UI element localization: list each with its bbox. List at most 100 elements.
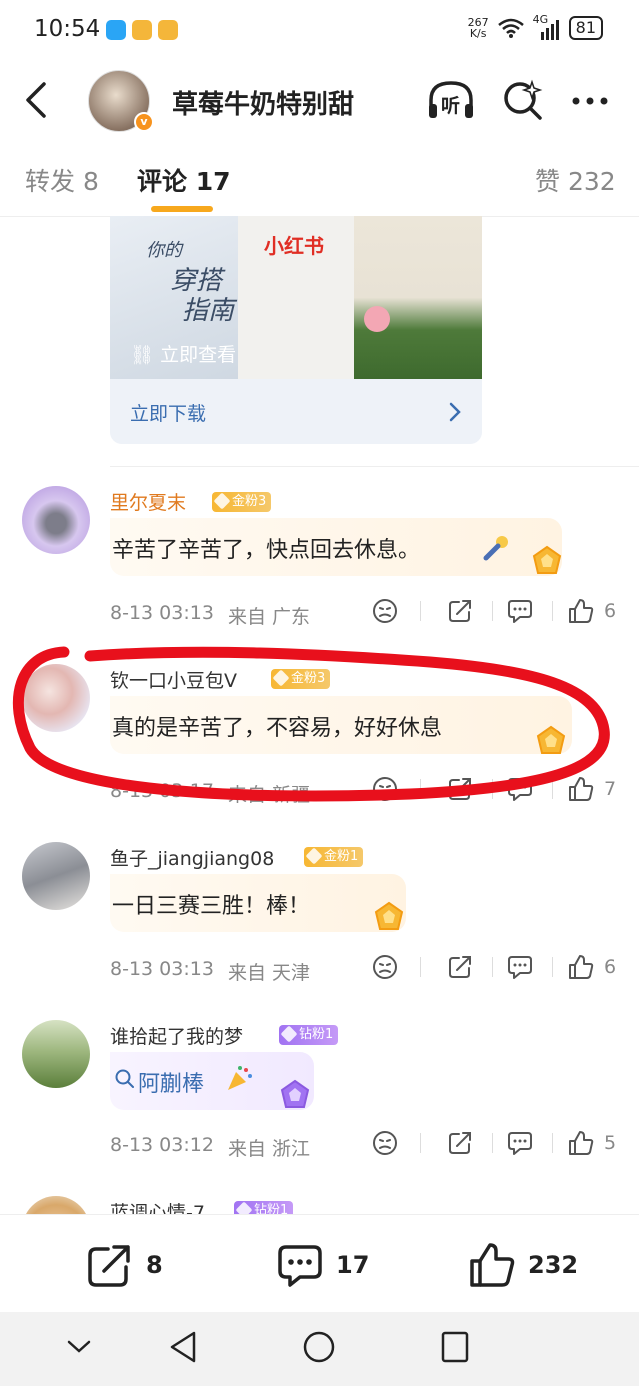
ad-handwriting-3: 指南 — [182, 296, 235, 326]
action-separator — [492, 1133, 493, 1153]
like-icon[interactable] — [568, 598, 594, 624]
chevron-right-icon — [449, 402, 461, 422]
comment-like-count: 7 — [604, 778, 617, 800]
like-icon[interactable] — [568, 1130, 594, 1156]
flower-sticker-icon — [364, 306, 390, 332]
comment-avatar[interactable] — [22, 842, 90, 910]
verified-badge-icon: v — [134, 112, 154, 132]
share-icon[interactable] — [447, 1130, 473, 1156]
action-separator — [492, 601, 493, 621]
search-tag-icon — [115, 1069, 134, 1088]
comment-count: 17 — [336, 1251, 370, 1279]
reply-icon[interactable] — [507, 1130, 533, 1156]
nav-recents-icon[interactable] — [440, 1330, 470, 1364]
action-separator — [552, 1133, 553, 1153]
comment-topic-link[interactable]: 阿蒯棒 — [138, 1066, 204, 1098]
action-separator — [552, 601, 553, 621]
more-icon[interactable] — [568, 86, 612, 116]
action-separator — [420, 601, 421, 621]
gold-crown-badge-icon — [374, 901, 404, 930]
fan-badge: 金粉1 — [304, 847, 364, 867]
thumbs-up-icon — [470, 1243, 515, 1287]
share-icon[interactable] — [447, 954, 473, 980]
ad-view-link-label: 立即查看 — [160, 344, 237, 366]
comment-like-count: 5 — [604, 1132, 617, 1154]
network-type: 4G — [532, 13, 549, 26]
action-separator — [552, 779, 553, 799]
active-tab-indicator — [151, 206, 213, 212]
back-arrow-icon[interactable] — [20, 80, 56, 120]
like-icon[interactable] — [568, 954, 594, 980]
nav-back-icon[interactable] — [168, 1330, 198, 1364]
ad-view-link[interactable]: ⛓ 立即查看 — [130, 340, 236, 367]
reply-icon[interactable] — [507, 954, 533, 980]
ad-panel-left: 你的 穿搭 指南 ⛓ 立即查看 — [110, 216, 238, 379]
share-icon[interactable] — [447, 776, 473, 802]
battery-level: 81 — [575, 18, 596, 37]
emoji-reaction-icon[interactable] — [372, 598, 398, 624]
action-separator — [420, 957, 421, 977]
wifi-icon — [497, 18, 524, 38]
emoji-reaction-icon[interactable] — [372, 1130, 398, 1156]
status-time: 10:54 — [34, 16, 101, 42]
divider — [110, 466, 639, 467]
repost-count: 8 — [146, 1251, 163, 1279]
chevron-down-icon[interactable] — [66, 1338, 92, 1356]
search-icon[interactable] — [500, 78, 544, 122]
ad-handwriting-1: 你的 — [146, 240, 182, 261]
pipette-emoji-icon — [483, 536, 508, 561]
tab-likes[interactable]: 赞 232 — [535, 162, 616, 198]
ad-panel-right — [354, 216, 482, 379]
diamond-badge-icon — [280, 1079, 310, 1108]
comment-button[interactable]: 17 — [276, 1241, 369, 1289]
comment-author[interactable]: 里尔夏末 — [110, 488, 186, 515]
comment-time: 8-13 03:13 — [110, 958, 214, 980]
network-speed-unit: K/s — [469, 27, 487, 40]
notification-icons — [106, 20, 178, 40]
fan-badge: 钻粉1 — [279, 1025, 339, 1045]
listen-label: 听 — [441, 95, 461, 117]
repost-button[interactable]: 8 — [86, 1241, 163, 1289]
ad-handwriting: 你的 穿搭 指南 — [146, 236, 234, 326]
comment-avatar[interactable] — [22, 1020, 90, 1088]
author-name[interactable]: 草莓牛奶特别甜 — [172, 84, 354, 121]
comment-avatar[interactable] — [22, 486, 90, 554]
action-separator — [552, 957, 553, 977]
network-speed: 267 K/s — [468, 17, 489, 39]
emoji-reaction-icon[interactable] — [372, 776, 398, 802]
comment-text: 辛苦了辛苦了，快点回去休息。 — [112, 538, 421, 563]
ad-handwriting-2: 穿搭 — [170, 266, 223, 296]
comment-time: 8-13 03:12 — [110, 1134, 214, 1156]
comment-like-count: 6 — [604, 600, 617, 622]
gold-crown-badge-icon — [536, 725, 566, 754]
comment-time: 8-13 03:17 — [110, 780, 214, 802]
comment-location: 来自 广东 — [228, 606, 311, 628]
bottom-action-bar: 8 17 232 — [0, 1214, 639, 1312]
reply-icon[interactable] — [507, 776, 533, 802]
comment-location: 来自 新疆 — [228, 784, 311, 806]
share-icon[interactable] — [447, 598, 473, 624]
comment-avatar[interactable] — [22, 664, 90, 732]
listen-button[interactable]: 听 — [426, 78, 476, 122]
fan-badge: 金粉3 — [212, 492, 272, 512]
party-popper-icon — [228, 1066, 252, 1090]
action-separator — [492, 957, 493, 977]
emoji-reaction-icon[interactable] — [372, 954, 398, 980]
like-icon[interactable] — [568, 776, 594, 802]
game-app-icon-2 — [158, 20, 178, 40]
ad-image[interactable]: 你的 穿搭 指南 ⛓ 立即查看 小红书 — [110, 216, 482, 379]
ad-download-label: 立即下载 — [130, 403, 207, 425]
link-icon: ⛓ — [130, 344, 155, 366]
ad-card[interactable]: 你的 穿搭 指南 ⛓ 立即查看 小红书 立即下载 — [110, 216, 482, 444]
reply-icon[interactable] — [507, 598, 533, 624]
like-button[interactable]: 232 — [468, 1241, 578, 1289]
tab-reposts[interactable]: 转发 8 — [25, 162, 99, 198]
comment-author[interactable]: 谁拾起了我的梦 — [110, 1022, 243, 1049]
nav-home-icon[interactable] — [302, 1330, 336, 1364]
comment-location: 来自 天津 — [228, 962, 311, 984]
comment-author[interactable]: 钦一口小豆包V — [110, 666, 237, 693]
ad-download-button[interactable]: 立即下载 — [110, 379, 482, 444]
comment-author[interactable]: 鱼子_jiangjiang08 — [110, 844, 274, 871]
tab-comments[interactable]: 评论 17 — [137, 162, 231, 198]
comment-time: 8-13 03:13 — [110, 602, 214, 624]
